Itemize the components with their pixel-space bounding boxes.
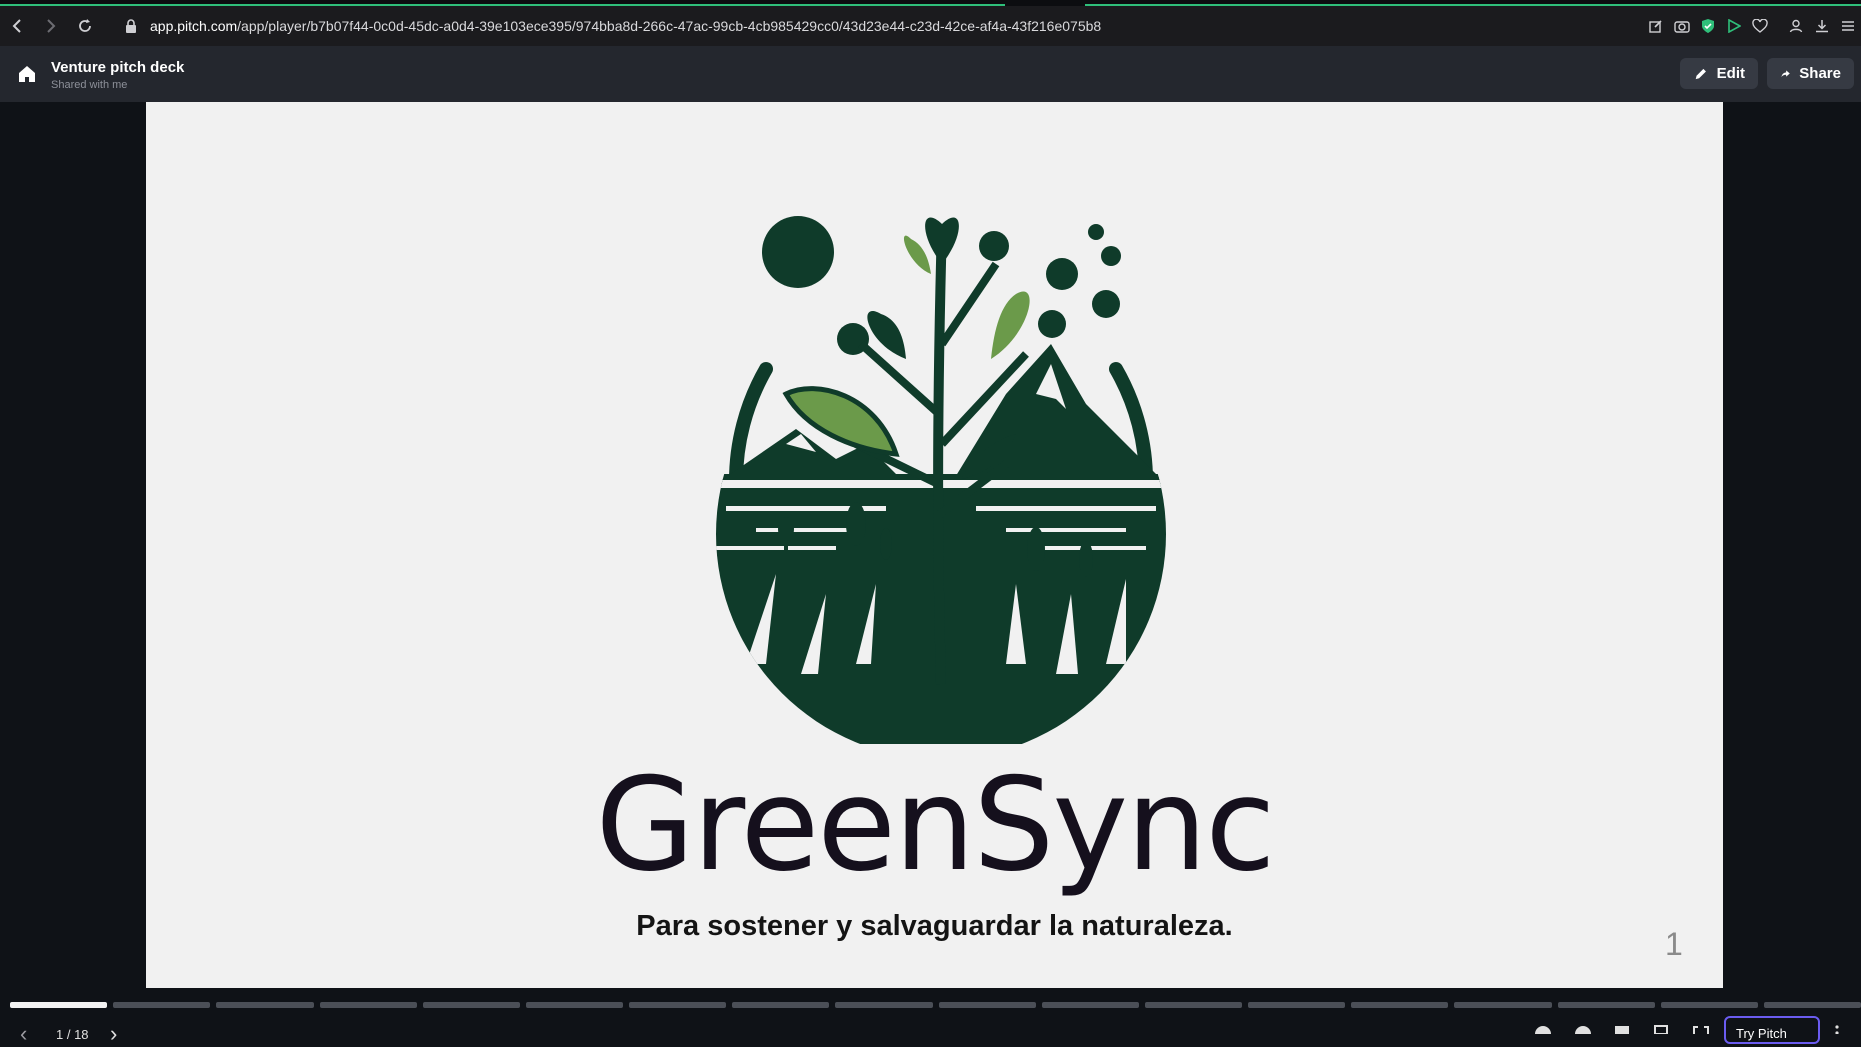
brand-tagline: Para sostener y salvaguardar la naturale… xyxy=(636,910,1233,942)
more-options-icon[interactable] xyxy=(1834,1024,1840,1034)
progress-segment[interactable] xyxy=(1763,1002,1861,1008)
progress-segment[interactable] xyxy=(10,1002,108,1008)
pitch-app-header: Venture pitch deck Shared with me Edit S… xyxy=(0,46,1861,102)
menu-icon[interactable] xyxy=(1835,6,1861,46)
brand-name: GreenSync xyxy=(595,751,1275,900)
slide-canvas[interactable]: GreenSync Para sostener y salvaguardar l… xyxy=(146,102,1723,988)
slide-page-number: 1 xyxy=(1665,926,1683,962)
url-host: app.pitch.com xyxy=(150,18,238,34)
page-indicator: 1 / 18 xyxy=(56,1027,89,1042)
copy-link-icon[interactable] xyxy=(1652,1024,1670,1034)
progress-segment[interactable] xyxy=(1144,1002,1243,1008)
try-pitch-button[interactable]: Try Pitch xyxy=(1724,1016,1820,1044)
share-button-label: Share xyxy=(1799,65,1841,82)
next-slide-icon[interactable]: › xyxy=(110,1021,117,1047)
camera-icon[interactable] xyxy=(1669,6,1695,46)
fullscreen-icon[interactable] xyxy=(1692,1024,1710,1034)
forward-icon[interactable] xyxy=(34,6,68,46)
download-icon[interactable] xyxy=(1809,6,1835,46)
edit-button-label: Edit xyxy=(1716,65,1745,82)
progress-segment[interactable] xyxy=(732,1002,830,1008)
pencil-icon xyxy=(1695,68,1706,79)
profile-icon[interactable] xyxy=(1783,6,1809,46)
grid-view-icon[interactable] xyxy=(1613,1024,1631,1034)
slide-progress-bar xyxy=(10,1002,1861,1008)
progress-segment[interactable] xyxy=(1248,1002,1346,1008)
comment-icon[interactable] xyxy=(1574,1024,1592,1034)
progress-segment[interactable] xyxy=(938,1002,1036,1008)
shield-icon[interactable] xyxy=(1695,6,1721,46)
player-controls: ‹ 1 / 18 › Try Pitch xyxy=(0,1012,1861,1046)
emoji-reaction-icon[interactable] xyxy=(1534,1024,1552,1034)
progress-segment[interactable] xyxy=(629,1002,727,1008)
reload-icon[interactable] xyxy=(68,6,102,46)
progress-segment[interactable] xyxy=(1351,1002,1449,1008)
back-icon[interactable] xyxy=(0,6,34,46)
progress-segment[interactable] xyxy=(1454,1002,1552,1008)
browser-toolbar: app.pitch.com/app/player/b7b07f44-0c0d-4… xyxy=(0,6,1861,46)
progress-segment[interactable] xyxy=(216,1002,314,1008)
previous-slide-icon[interactable]: ‹ xyxy=(20,1021,27,1047)
progress-segment[interactable] xyxy=(1041,1002,1139,1008)
lock-icon[interactable] xyxy=(120,19,142,33)
presentation-stage: GreenSync Para sostener y salvaguardar l… xyxy=(0,102,1861,988)
progress-segment[interactable] xyxy=(1557,1002,1655,1008)
progress-segment[interactable] xyxy=(1660,1002,1758,1008)
deck-subtitle: Shared with me xyxy=(51,79,128,91)
edit-button[interactable]: Edit xyxy=(1680,58,1758,89)
address-bar[interactable]: app.pitch.com/app/player/b7b07f44-0c0d-4… xyxy=(150,18,1101,34)
play-icon[interactable] xyxy=(1721,6,1747,46)
progress-segment[interactable] xyxy=(319,1002,417,1008)
share-arrow-icon xyxy=(1781,69,1790,77)
greensync-logo xyxy=(716,216,1166,744)
share-button[interactable]: Share xyxy=(1767,58,1854,89)
url-path: /app/player/b7b07f44-0c0d-45dc-a0d4-39e1… xyxy=(237,18,1102,34)
home-icon[interactable] xyxy=(16,63,38,85)
heart-icon[interactable] xyxy=(1747,6,1773,46)
progress-segment[interactable] xyxy=(422,1002,520,1008)
progress-segment[interactable] xyxy=(835,1002,933,1008)
progress-segment[interactable] xyxy=(525,1002,624,1008)
edit-page-icon[interactable] xyxy=(1643,6,1669,46)
browser-extension-icons xyxy=(1643,6,1861,46)
progress-segment[interactable] xyxy=(113,1002,211,1008)
deck-title: Venture pitch deck xyxy=(51,59,185,76)
